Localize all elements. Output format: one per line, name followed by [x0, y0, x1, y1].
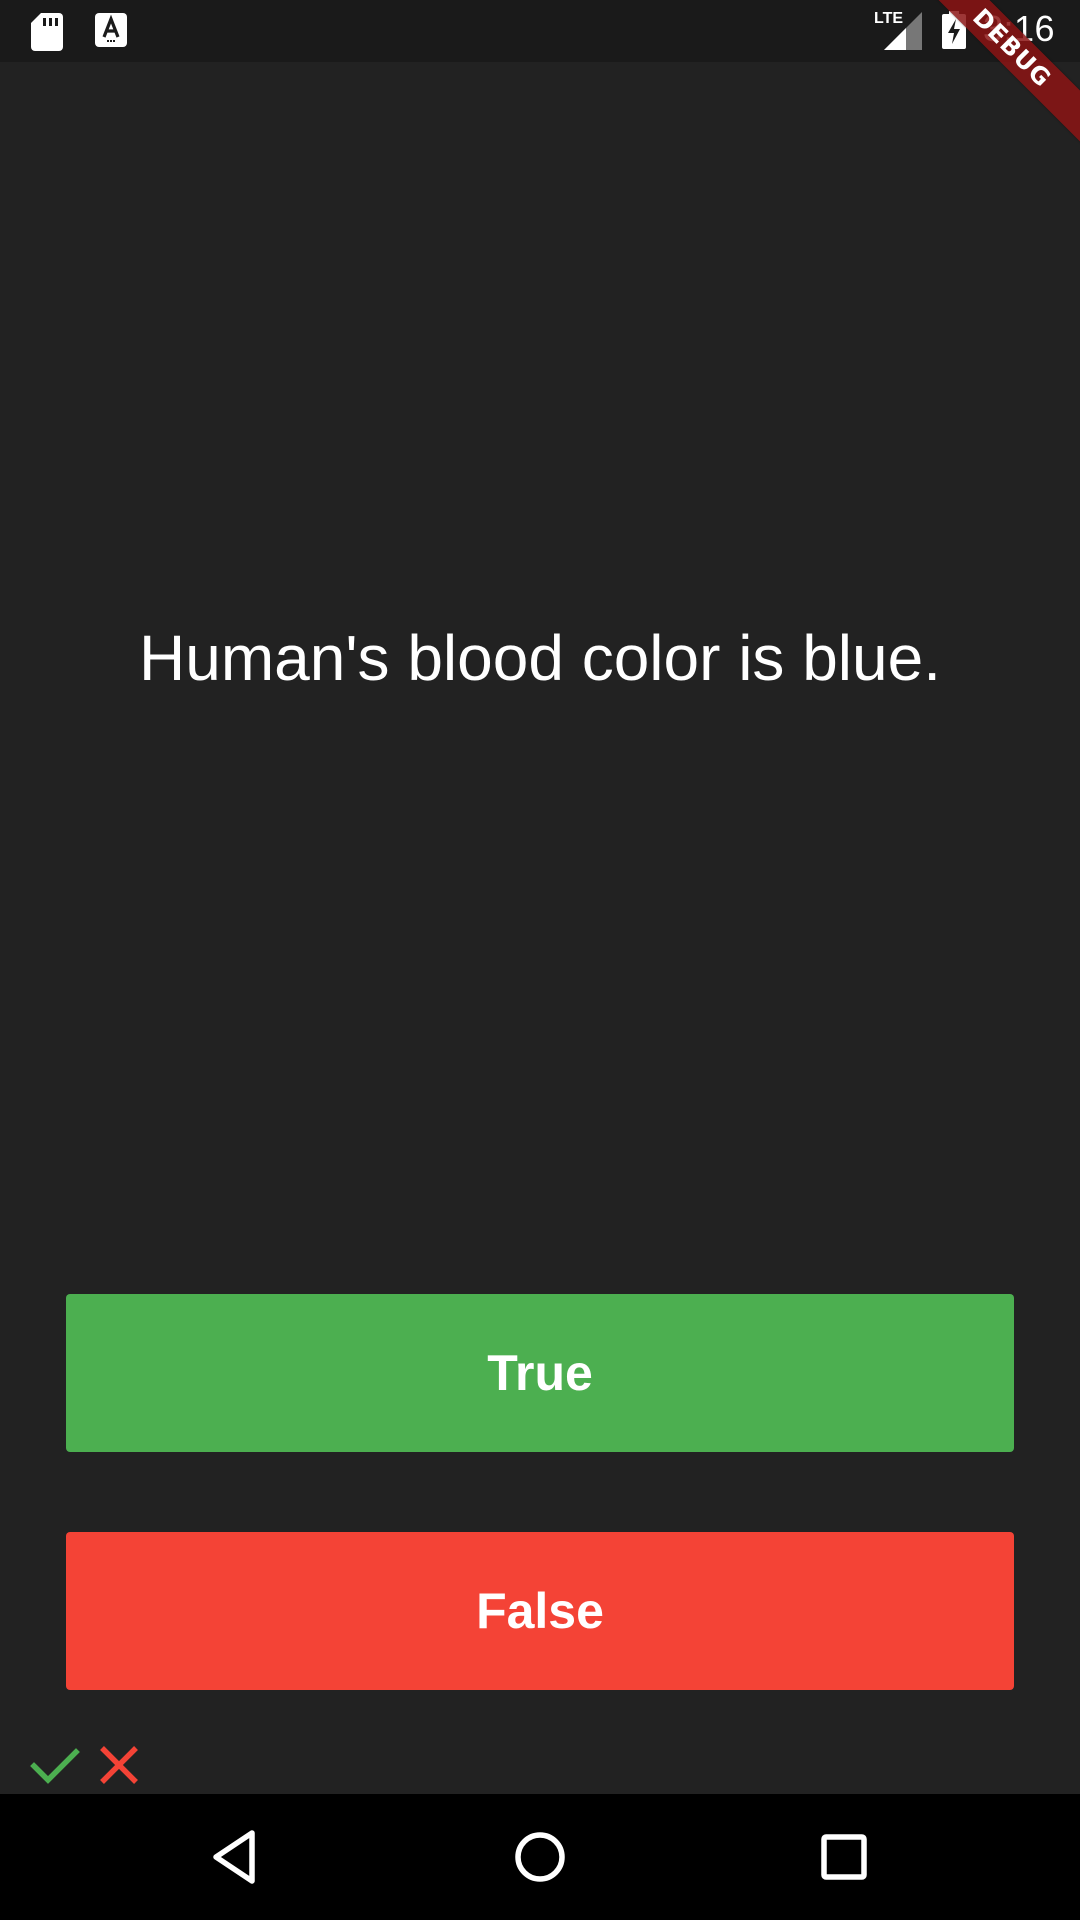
close-icon [100, 1746, 138, 1784]
question-text: Human's blood color is blue. [139, 622, 941, 694]
quiz-screen: LTE 3:16 DEBUG Human's blood color is bl… [0, 0, 1080, 1920]
home-icon[interactable] [508, 1825, 572, 1889]
score-keeper [30, 1740, 144, 1790]
navigation-bar [0, 1794, 1080, 1920]
false-button[interactable]: False [66, 1532, 1014, 1690]
true-button[interactable]: True [66, 1294, 1014, 1452]
text-a-icon [95, 13, 127, 47]
sd-card-icon [31, 13, 63, 51]
status-bar: LTE 3:16 [0, 0, 1080, 62]
recents-icon[interactable] [812, 1825, 876, 1889]
signal-icon [884, 12, 922, 50]
check-icon [30, 1748, 80, 1784]
back-icon[interactable] [204, 1825, 268, 1889]
